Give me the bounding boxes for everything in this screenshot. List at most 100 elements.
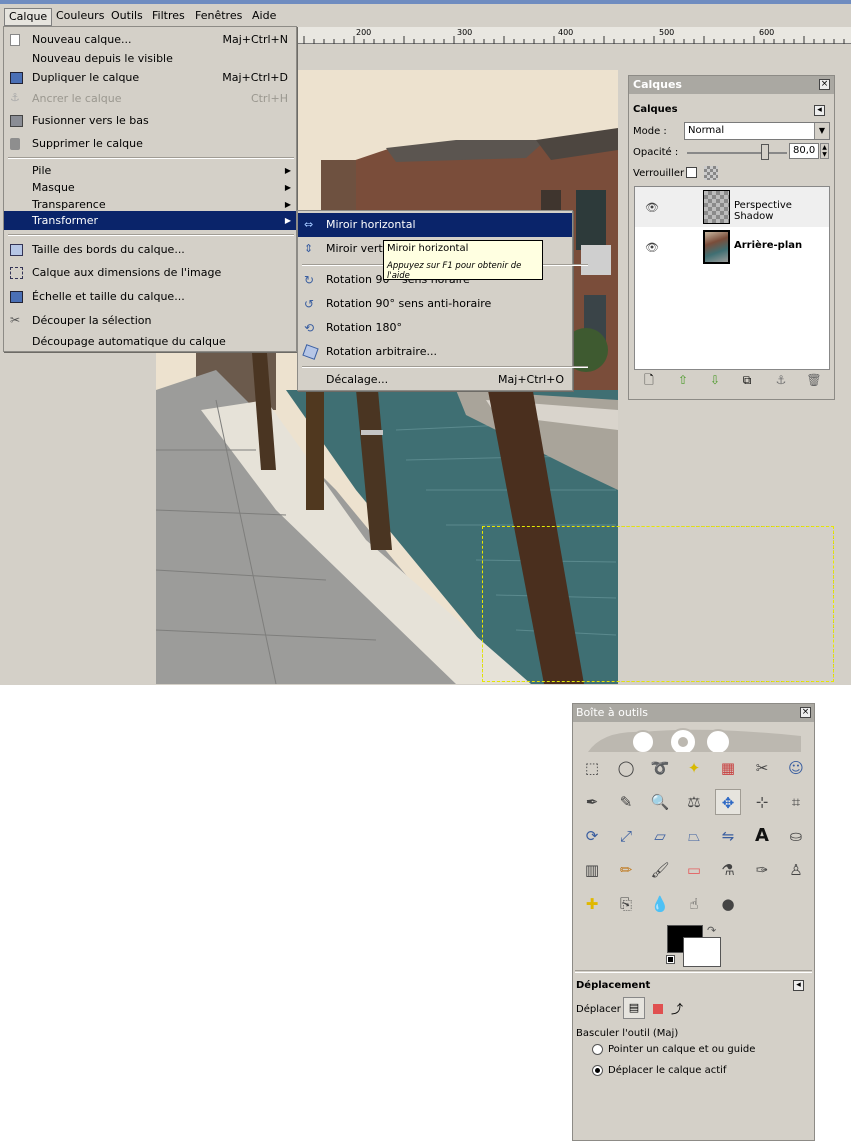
radio-move-active-layer[interactable]	[592, 1065, 603, 1076]
shear-icon[interactable]: ▱	[647, 823, 673, 849]
menu-item-dimensions-image[interactable]: Calque aux dimensions de l'image	[4, 263, 296, 283]
menu-item-accel: Maj+Ctrl+N	[222, 33, 288, 46]
foreground-select-icon[interactable]: ☺	[783, 755, 809, 781]
move-icon[interactable]: ✥	[715, 789, 741, 815]
perspective-icon[interactable]: ⏢	[681, 823, 707, 849]
scissors-icon[interactable]: ✂	[749, 755, 775, 781]
move-selection-mode-icon[interactable]	[653, 1004, 663, 1014]
toolbox-window: Boîte à outils × ⬚ ◯ ➰ ✦ ▦ ✂ ☺ ✒ ✎ 🔍 ⚖ ✥ ⊹ ⌗ ⟳ ⤢ ▱ ⏢ ⇋ A ⛀ ▥ ✏…	[572, 703, 815, 1141]
gimp-image-window: Calque Couleurs Outils Filtres Fenêtres …	[0, 0, 851, 685]
lasso-icon[interactable]: ➰	[647, 755, 673, 781]
ink-icon[interactable]: ✑	[749, 857, 775, 883]
dodge-burn-icon[interactable]: ●	[715, 891, 741, 917]
close-icon[interactable]: ×	[800, 707, 811, 718]
menu-item-label: Transformer	[32, 214, 99, 227]
menu-item-transformer[interactable]: Transformer ▶	[4, 211, 296, 230]
new-layer-icon[interactable]: 🗋	[641, 372, 657, 388]
align-icon[interactable]: ⊹	[749, 789, 775, 815]
eye-icon[interactable]: 👁	[645, 201, 659, 214]
duplicate-layer-icon[interactable]: ⧉	[739, 372, 755, 388]
menu-item-taille-bords[interactable]: Taille des bords du calque...	[4, 240, 296, 260]
menu-item-decouper[interactable]: ✂ Découper la sélection	[4, 311, 296, 331]
eraser-icon[interactable]: ▭	[681, 857, 707, 883]
text-icon[interactable]: A	[749, 823, 775, 849]
alpha-lock-icon	[704, 166, 718, 180]
flip-icon[interactable]: ⇋	[715, 823, 741, 849]
menu-outils[interactable]: Outils	[107, 8, 147, 26]
lower-layer-icon[interactable]: ⇩	[707, 372, 723, 388]
menu-filtres[interactable]: Filtres	[148, 8, 189, 26]
menu-item-supprimer[interactable]: Supprimer le calque	[4, 134, 296, 154]
ruler-label: 300	[457, 28, 473, 37]
trash-icon[interactable]: 🗑	[806, 372, 822, 388]
menu-item-label: Supprimer le calque	[32, 137, 143, 150]
eye-icon[interactable]: 👁	[645, 241, 659, 254]
opacity-input[interactable]: 80,0	[789, 143, 819, 159]
crop-icon[interactable]: ⌗	[783, 789, 809, 815]
menu-item-ancrer[interactable]: ⚓ Ancrer le calque Ctrl+H	[4, 89, 296, 109]
opacity-slider-track[interactable]	[687, 152, 787, 154]
menu-item-echelle[interactable]: Échelle et taille du calque...	[4, 287, 296, 307]
airbrush-icon[interactable]: ⚗	[715, 857, 741, 883]
menu-item-fusionner[interactable]: Fusionner vers le bas	[4, 111, 296, 131]
swap-colors-icon[interactable]: ↷	[707, 924, 716, 937]
zoom-icon[interactable]: 🔍	[647, 789, 673, 815]
close-icon[interactable]: ×	[819, 79, 830, 90]
scale-icon[interactable]: ⤢	[613, 823, 639, 849]
default-colors-icon[interactable]	[666, 955, 675, 964]
menu-item-dupliquer[interactable]: Dupliquer le calque Maj+Ctrl+D	[4, 68, 296, 88]
menu-fenetres[interactable]: Fenêtres	[191, 8, 246, 26]
fuzzy-select-icon[interactable]: ✦	[681, 755, 707, 781]
background-color[interactable]	[683, 937, 721, 967]
menu-couleurs[interactable]: Couleurs	[52, 8, 108, 26]
lock-alpha-checkbox[interactable]	[686, 167, 697, 178]
paths-icon[interactable]: ✒	[579, 789, 605, 815]
rotate-icon[interactable]: ⟳	[579, 823, 605, 849]
blur-icon[interactable]: 💧	[647, 891, 673, 917]
measure-icon[interactable]: ⚖	[681, 789, 707, 815]
chevron-down-icon[interactable]: ▼	[814, 123, 829, 139]
layer-row[interactable]: 👁 Perspective Shadow	[635, 187, 829, 227]
ruler-label: 500	[659, 28, 675, 37]
pencil-icon[interactable]: ✏	[613, 857, 639, 883]
opacity-slider-handle[interactable]	[761, 144, 769, 160]
menu-item-decoupage-auto[interactable]: Découpage automatique du calque	[4, 332, 296, 352]
menu-item-rotation-anti-horaire[interactable]: ↺ Rotation 90° sens anti-horaire	[298, 292, 572, 316]
tab-menu-icon[interactable]: ◂	[793, 980, 804, 991]
menu-item-decalage[interactable]: Décalage... Maj+Ctrl+O	[298, 368, 572, 392]
bucket-fill-icon[interactable]: ⛀	[783, 823, 809, 849]
menu-item-label: Décalage...	[326, 373, 389, 386]
menu-item-nouveau-calque[interactable]: Nouveau calque... Maj+Ctrl+N	[4, 30, 296, 50]
tooltip-title: Miroir horizontal	[387, 243, 469, 254]
menu-item-label: Nouveau calque...	[32, 33, 132, 46]
color-select-icon[interactable]: ▦	[715, 755, 741, 781]
flip-vertical-icon: ⇕	[304, 242, 314, 255]
menu-item-miroir-horizontal[interactable]: ⇔ Miroir horizontal	[298, 213, 572, 237]
menu-item-rotation-180[interactable]: ⟲ Rotation 180°	[298, 316, 572, 340]
anchor-icon[interactable]: ⚓	[773, 372, 789, 388]
radio-pick-layer[interactable]	[592, 1044, 603, 1055]
move-path-mode-icon[interactable]: ⤴	[671, 1000, 683, 1017]
heal-icon[interactable]: ✚	[579, 891, 605, 917]
color-picker-icon[interactable]: ✎	[613, 789, 639, 815]
perspective-clone-icon[interactable]: ⎘	[613, 891, 639, 917]
menu-item-nouveau-depuis-visible[interactable]: Nouveau depuis le visible	[4, 49, 296, 69]
move-layer-mode-icon[interactable]: ▤	[623, 997, 645, 1019]
tab-menu-icon[interactable]: ◂	[814, 105, 825, 116]
spinner-icon[interactable]: ▲ ▼	[820, 143, 829, 159]
raise-layer-icon[interactable]: ⇧	[675, 372, 691, 388]
mode-select[interactable]: Normal ▼	[684, 122, 830, 140]
clone-icon[interactable]: ♙	[783, 857, 809, 883]
menu-item-rotation-arbitraire[interactable]: Rotation arbitraire...	[298, 340, 572, 364]
smudge-icon[interactable]: ☝	[681, 891, 707, 917]
paintbrush-icon[interactable]: 🖌	[647, 857, 673, 883]
layers-dock: Calques × Calques ◂ Mode : Normal ▼ Opac…	[628, 75, 835, 400]
blend-icon[interactable]: ▥	[579, 857, 605, 883]
rect-select-icon[interactable]: ⬚	[579, 755, 605, 781]
menu-calque[interactable]: Calque	[4, 8, 53, 26]
layer-row[interactable]: 👁 Arrière-plan	[635, 227, 829, 267]
menu-item-label: Ancrer le calque	[32, 92, 122, 105]
menu-aide[interactable]: Aide	[248, 8, 280, 26]
menu-item-accel: Maj+Ctrl+D	[222, 71, 288, 84]
ellipse-select-icon[interactable]: ◯	[613, 755, 639, 781]
